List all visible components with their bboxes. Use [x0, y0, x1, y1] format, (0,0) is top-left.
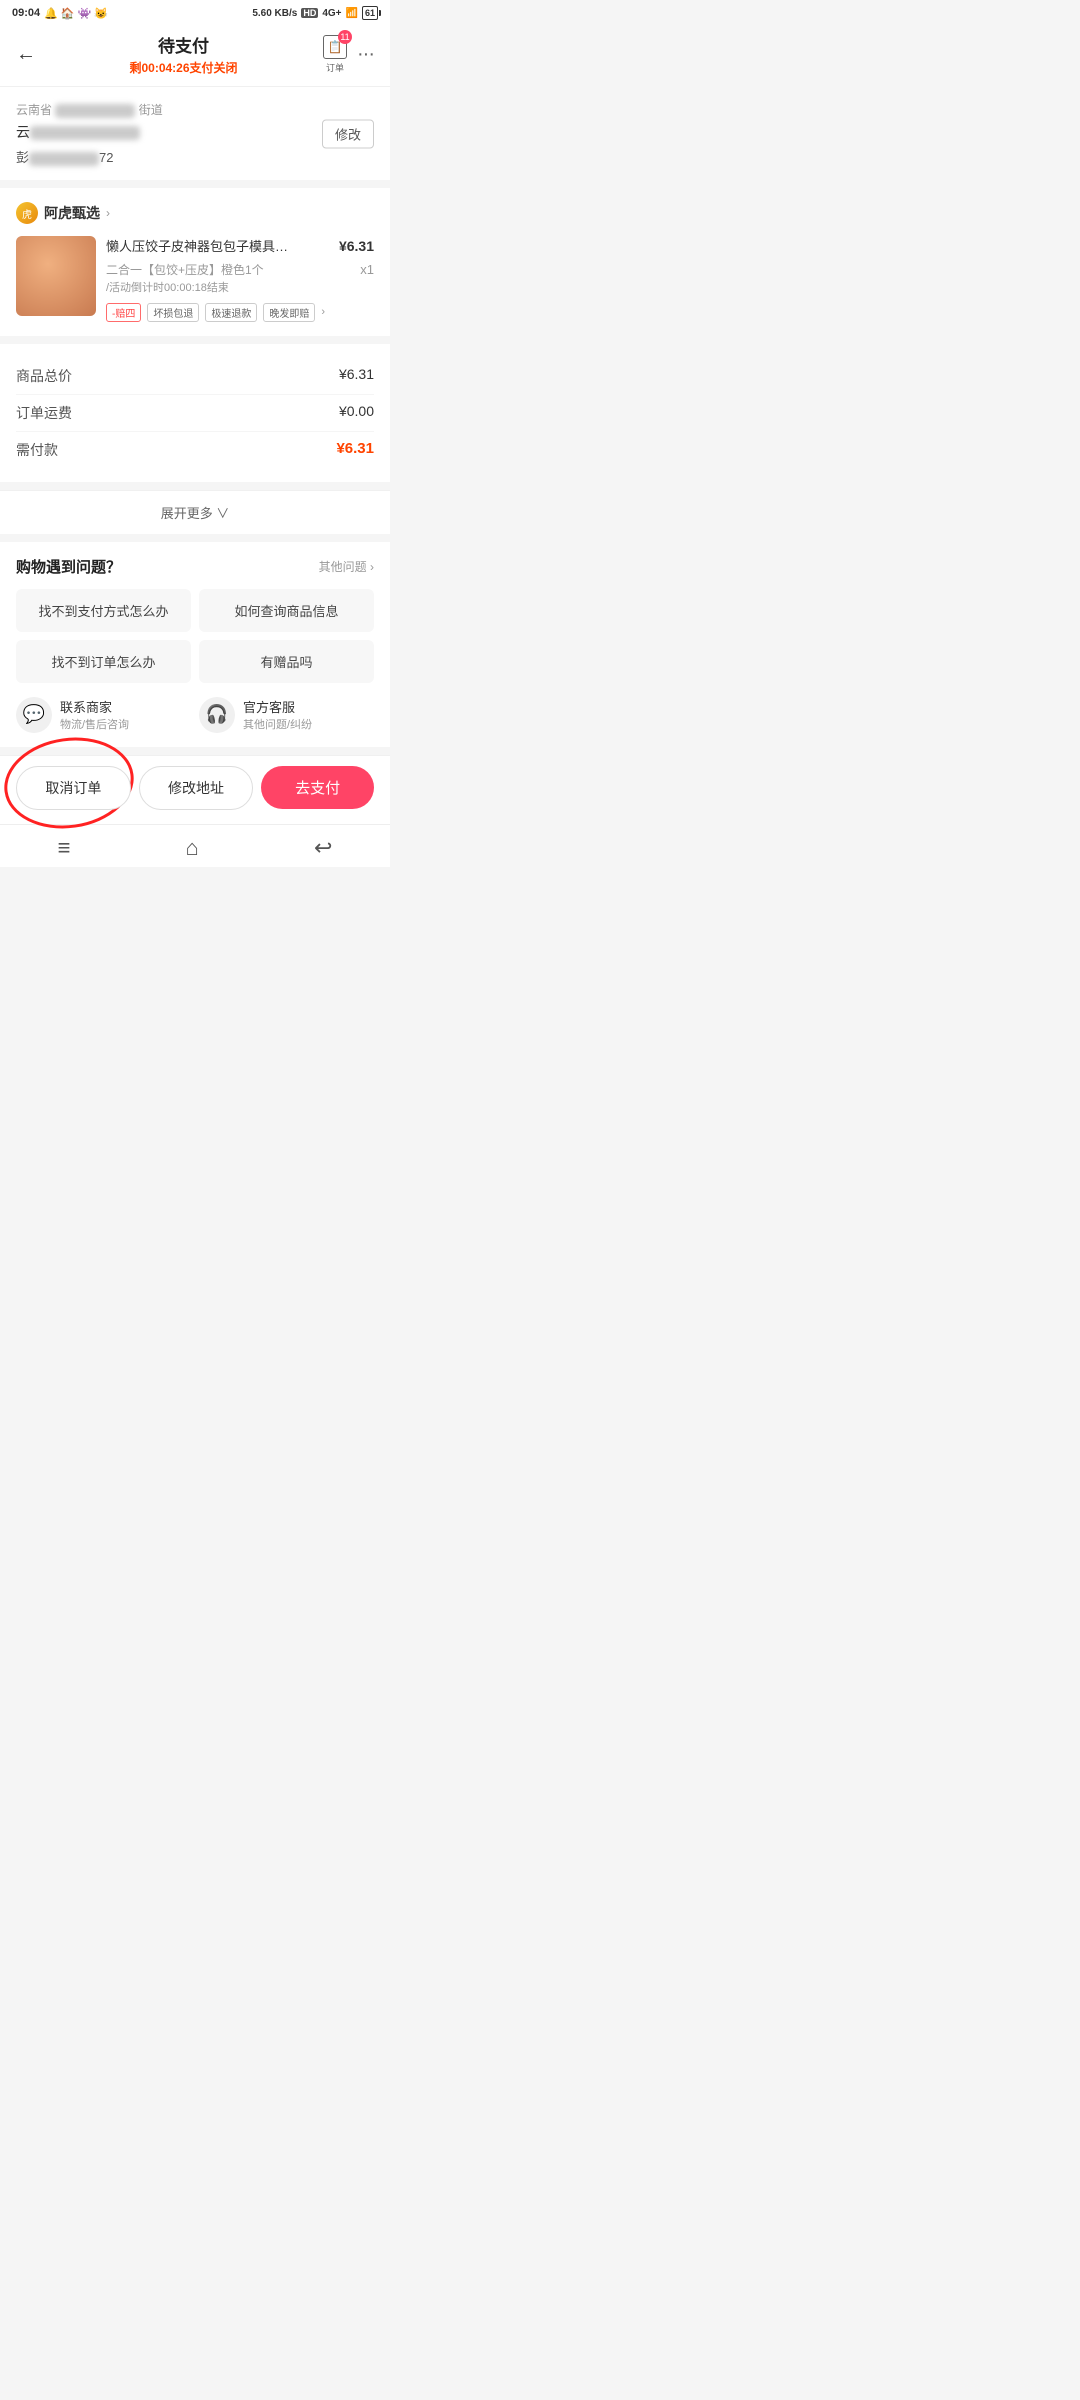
subtitle-suffix: 支付关闭 — [190, 61, 238, 75]
tags-arrow: › — [321, 306, 325, 318]
faq-item-1[interactable]: 找不到支付方式怎么办 — [16, 589, 191, 632]
more-button[interactable]: ··· — [357, 43, 374, 66]
contact-service[interactable]: 🎧 官方客服 其他问题/纠纷 — [199, 697, 374, 733]
faq-item-4[interactable]: 有赠品吗 — [199, 640, 374, 683]
edit-address-button-bottom[interactable]: 修改地址 — [139, 766, 254, 810]
service-label: 官方客服 — [243, 697, 312, 716]
order-icon[interactable]: 📋 11 订单 — [323, 35, 347, 74]
network-speed: 5.60 KB/s — [252, 8, 297, 19]
signal-type: 4G+ — [322, 8, 341, 19]
total-label: 商品总价 — [16, 366, 72, 386]
edit-address-button[interactable]: 修改 — [322, 119, 374, 148]
merchant-info: 联系商家 物流/售后咨询 — [60, 697, 129, 732]
pay-label: 需付款 — [16, 440, 58, 460]
time: 09:04 — [12, 7, 40, 19]
faq-header: 购物遇到问题？ 其他问题 › — [16, 556, 374, 577]
product-image-inner — [16, 236, 96, 316]
total-price-row: 商品总价 ¥6.31 — [16, 358, 374, 395]
nav-menu-icon[interactable]: ≡ — [58, 835, 71, 861]
tags-row: -赔四 坏损包退 极速退款 晚发即赔 › — [106, 303, 374, 322]
faq-item-3[interactable]: 找不到订单怎么办 — [16, 640, 191, 683]
nav-bar: ≡ ⌂ ↩ — [0, 824, 390, 867]
price-summary-section: 商品总价 ¥6.31 订单运费 ¥0.00 需付款 ¥6.31 — [0, 344, 390, 482]
shipping-price-row: 订单运费 ¥0.00 — [16, 395, 374, 432]
page-title: 待支付 — [44, 32, 323, 57]
address-phone: 彭72 — [16, 147, 374, 166]
service-info: 官方客服 其他问题/纠纷 — [243, 697, 312, 732]
product-activity: /活动倒计时00:00:18结束 — [106, 279, 374, 295]
wifi-icon: 📶 — [346, 8, 358, 19]
merchant-sub: 物流/售后咨询 — [60, 716, 129, 732]
product-qty: x1 — [360, 262, 374, 277]
service-sub: 其他问题/纠纷 — [243, 716, 312, 732]
timer-value: 00:04:26 — [141, 61, 189, 75]
address-detail: 云 — [16, 122, 374, 143]
shop-section: 虎 阿虎甄选 › 懒人压饺子皮神器包包子模具… ¥6.31 二合一【包饺+压皮】… — [0, 188, 390, 336]
faq-section: 购物遇到问题？ 其他问题 › 找不到支付方式怎么办 如何查询商品信息 找不到订单… — [0, 542, 390, 747]
payment-timer: 剩00:04:26支付关闭 — [44, 59, 323, 76]
header-center: 待支付 剩00:04:26支付关闭 — [44, 32, 323, 76]
address-blur-1 — [55, 104, 135, 118]
product-row: 懒人压饺子皮神器包包子模具… ¥6.31 二合一【包饺+压皮】橙色1个 x1 /… — [16, 236, 374, 322]
product-spec: 二合一【包饺+压皮】橙色1个 — [106, 262, 360, 279]
shop-avatar: 虎 — [16, 202, 38, 224]
header-right: 📋 11 订单 ··· — [323, 35, 374, 74]
status-bar: 09:04 🔔 🏠 👾 😺 5.60 KB/s HD 4G+ 📶 61 — [0, 0, 390, 24]
product-spec-row: 二合一【包饺+压皮】橙色1个 x1 — [106, 262, 374, 279]
order-label: 订单 — [326, 61, 344, 74]
contact-merchant[interactable]: 💬 联系商家 物流/售后咨询 — [16, 697, 191, 733]
order-badge: 11 — [338, 30, 352, 44]
nav-back-icon[interactable]: ↩ — [314, 835, 332, 861]
shop-header: 虎 阿虎甄选 › — [16, 202, 374, 224]
faq-title: 购物遇到问题？ — [16, 556, 121, 577]
product-name: 懒人压饺子皮神器包包子模具… — [106, 238, 339, 256]
expand-more[interactable]: 展开更多 ∨ — [0, 490, 390, 534]
merchant-icon: 💬 — [16, 697, 52, 733]
status-left: 09:04 🔔 🏠 👾 😺 — [12, 7, 108, 20]
product-price: ¥6.31 — [339, 238, 374, 254]
cancel-order-button[interactable]: 取消订单 — [16, 766, 131, 810]
shop-name[interactable]: 阿虎甄选 — [44, 203, 100, 223]
shop-arrow: › — [106, 206, 110, 220]
battery-icon: 61 — [362, 6, 378, 20]
order-icon-box: 📋 11 — [323, 35, 347, 59]
pay-price-row: 需付款 ¥6.31 — [16, 432, 374, 468]
address-blur-2 — [30, 126, 140, 140]
nav-home-icon[interactable]: ⌂ — [186, 835, 199, 861]
header: ← 待支付 剩00:04:26支付关闭 📋 11 订单 ··· — [0, 24, 390, 87]
address-blur-3 — [29, 152, 99, 166]
faq-item-2[interactable]: 如何查询商品信息 — [199, 589, 374, 632]
address-region: 云南省 街道 — [16, 101, 374, 118]
status-right: 5.60 KB/s HD 4G+ 📶 61 — [252, 6, 378, 20]
faq-more[interactable]: 其他问题 › — [319, 558, 374, 575]
pay-button[interactable]: 去支付 — [261, 766, 374, 809]
product-image — [16, 236, 96, 316]
product-price-row: 懒人压饺子皮神器包包子模具… ¥6.31 — [106, 238, 374, 260]
contact-row: 💬 联系商家 物流/售后咨询 🎧 官方客服 其他问题/纠纷 — [16, 697, 374, 733]
tag-compensation: -赔四 — [106, 303, 141, 322]
merchant-label: 联系商家 — [60, 697, 129, 716]
tag-refund: 极速退款 — [205, 303, 257, 322]
notification-icons: 🔔 🏠 👾 😺 — [44, 7, 108, 20]
shipping-label: 订单运费 — [16, 403, 72, 423]
product-info: 懒人压饺子皮神器包包子模具… ¥6.31 二合一【包饺+压皮】橙色1个 x1 /… — [106, 236, 374, 322]
back-button[interactable]: ← — [16, 43, 44, 66]
service-icon: 🎧 — [199, 697, 235, 733]
address-section: 云南省 街道 云 彭72 修改 — [0, 87, 390, 180]
total-value: ¥6.31 — [339, 366, 374, 386]
shipping-value: ¥0.00 — [339, 403, 374, 423]
faq-grid: 找不到支付方式怎么办 如何查询商品信息 找不到订单怎么办 有赠品吗 — [16, 589, 374, 683]
pay-value: ¥6.31 — [336, 440, 374, 460]
subtitle-prefix: 剩 — [129, 61, 141, 75]
tag-late: 晚发即赔 — [263, 303, 315, 322]
tag-damage: 坏损包退 — [147, 303, 199, 322]
bottom-bar: 取消订单 修改地址 去支付 — [0, 755, 390, 824]
hd-icon: HD — [301, 8, 318, 18]
